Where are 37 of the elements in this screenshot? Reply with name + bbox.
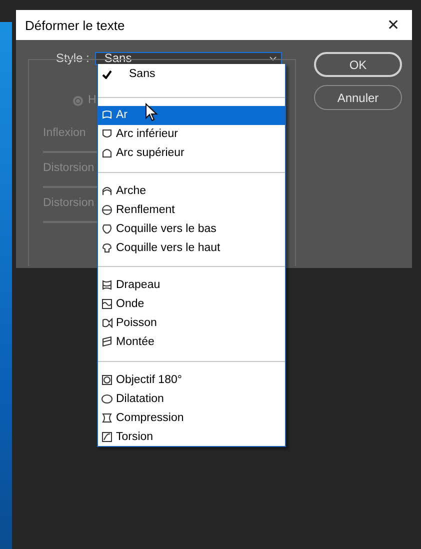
mushroom-icon	[101, 242, 113, 254]
mouse-cursor-icon	[145, 103, 158, 122]
menu-item[interactable]: Dilatation	[98, 389, 285, 408]
menu-item[interactable]: Arc supérieur	[98, 144, 285, 163]
rise-icon	[101, 336, 113, 348]
menu-item[interactable]: Arc inférieur	[98, 124, 285, 144]
wave-icon	[101, 298, 113, 310]
menu-item[interactable]: Montée	[98, 332, 285, 352]
twist-icon	[101, 430, 113, 443]
squashed-arc-icon	[101, 109, 113, 122]
squeeze-icon	[101, 412, 113, 424]
close-button[interactable]: ✕	[385, 16, 402, 34]
bulge-icon	[101, 204, 113, 216]
shield-icon	[101, 128, 113, 140]
window-title: Déformer le texte	[25, 18, 125, 32]
menu-item[interactable]: Torsion	[98, 427, 285, 446]
menu-item[interactable]: Objectif 180°	[98, 370, 285, 390]
arch-icon	[101, 184, 113, 197]
menu-item[interactable]: Renflement	[98, 200, 285, 220]
menu-item[interactable]: Drapeau	[98, 276, 285, 295]
ellipse-icon	[101, 392, 113, 405]
ok-button[interactable]: OK	[314, 52, 402, 77]
flag-icon	[101, 279, 113, 292]
menu-item[interactable]: Sans	[98, 64, 285, 84]
shell-icon	[101, 222, 113, 235]
dome-icon	[101, 147, 113, 160]
menu-item[interactable]: Compression	[98, 408, 285, 428]
fish-icon	[101, 317, 113, 330]
chevron-icon	[269, 56, 278, 60]
menu-item[interactable]: Poisson	[98, 314, 285, 333]
menu-item[interactable]: Onde	[98, 294, 285, 314]
fisheye-icon	[101, 374, 113, 386]
menu-item[interactable]: Coquille vers le bas	[98, 219, 285, 238]
menu-item[interactable]: Arche	[98, 181, 285, 200]
menu-item[interactable]: Coquille vers le haut	[98, 238, 285, 258]
menu-item[interactable]: Ar	[98, 106, 285, 125]
cancel-button[interactable]: Annuler	[314, 85, 402, 110]
